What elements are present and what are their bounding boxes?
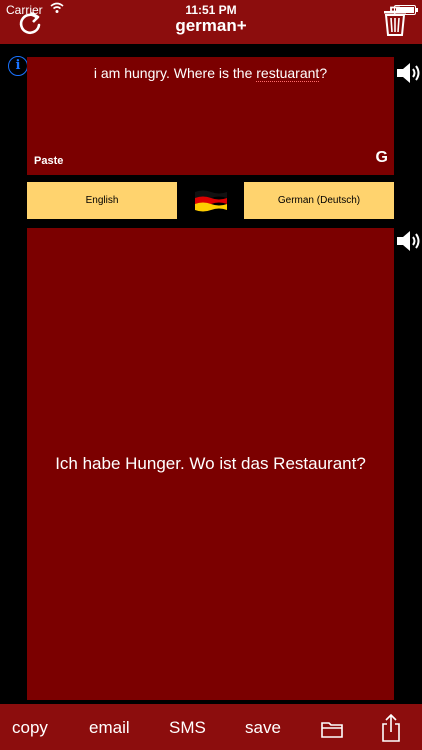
speaker-icon[interactable] (395, 60, 421, 86)
nav-bar: german+ (0, 6, 422, 44)
folder-icon[interactable] (321, 720, 343, 738)
translation-output-panel: Ich habe Hunger. Wo ist das Restaurant? (27, 228, 394, 700)
language-selector: English German (Deutsch) (27, 182, 394, 219)
google-translate-button[interactable]: G (376, 149, 388, 167)
speaker-icon[interactable] (395, 228, 421, 254)
app-title: german+ (175, 16, 247, 35)
misspelled-word: restuarant (256, 65, 320, 82)
target-language-button[interactable]: German (Deutsch) (244, 182, 394, 219)
input-text[interactable]: i am hungry. Where is the restuarant? (27, 65, 394, 82)
trash-icon[interactable] (382, 6, 408, 36)
share-icon[interactable] (381, 714, 401, 742)
sms-button[interactable]: SMS (169, 718, 206, 738)
status-time: 11:51 PM (185, 3, 237, 17)
save-button[interactable]: save (245, 718, 281, 738)
email-button[interactable]: email (89, 718, 130, 738)
copy-button[interactable]: copy (12, 718, 48, 738)
source-language-button[interactable]: English (27, 182, 177, 219)
translation-text: Ich habe Hunger. Wo ist das Restaurant? (55, 454, 366, 473)
input-text-panel[interactable]: i am hungry. Where is the restuarant? Pa… (27, 57, 394, 175)
info-button[interactable]: i (8, 56, 28, 76)
german-flag-icon[interactable] (193, 188, 229, 214)
paste-button[interactable]: Paste (34, 155, 63, 167)
bottom-toolbar: copy email SMS save (0, 704, 422, 750)
